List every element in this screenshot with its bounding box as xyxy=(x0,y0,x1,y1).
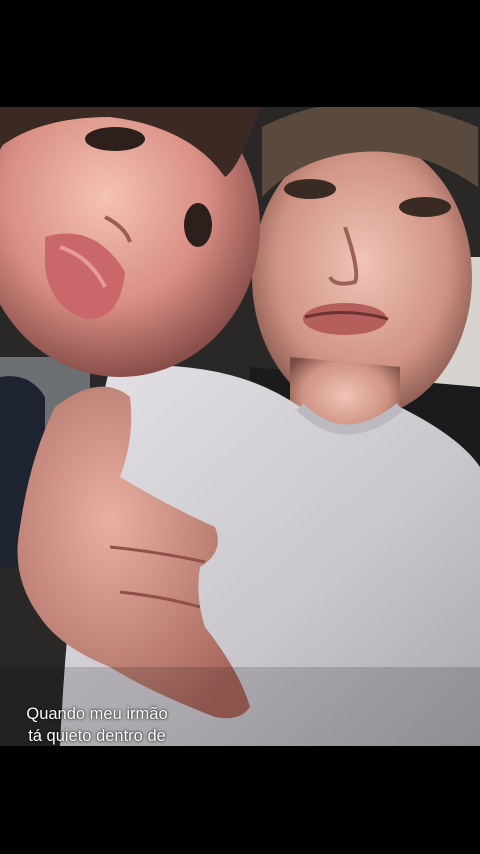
top-letterbox xyxy=(0,0,480,107)
selfie-illustration xyxy=(0,107,480,746)
selfie-photo: Quando meu irmão tá quieto dentro de cas… xyxy=(0,107,480,746)
bottom-letterbox xyxy=(0,746,480,854)
caption-text: Quando meu irmão tá quieto dentro de cas… xyxy=(26,705,168,745)
